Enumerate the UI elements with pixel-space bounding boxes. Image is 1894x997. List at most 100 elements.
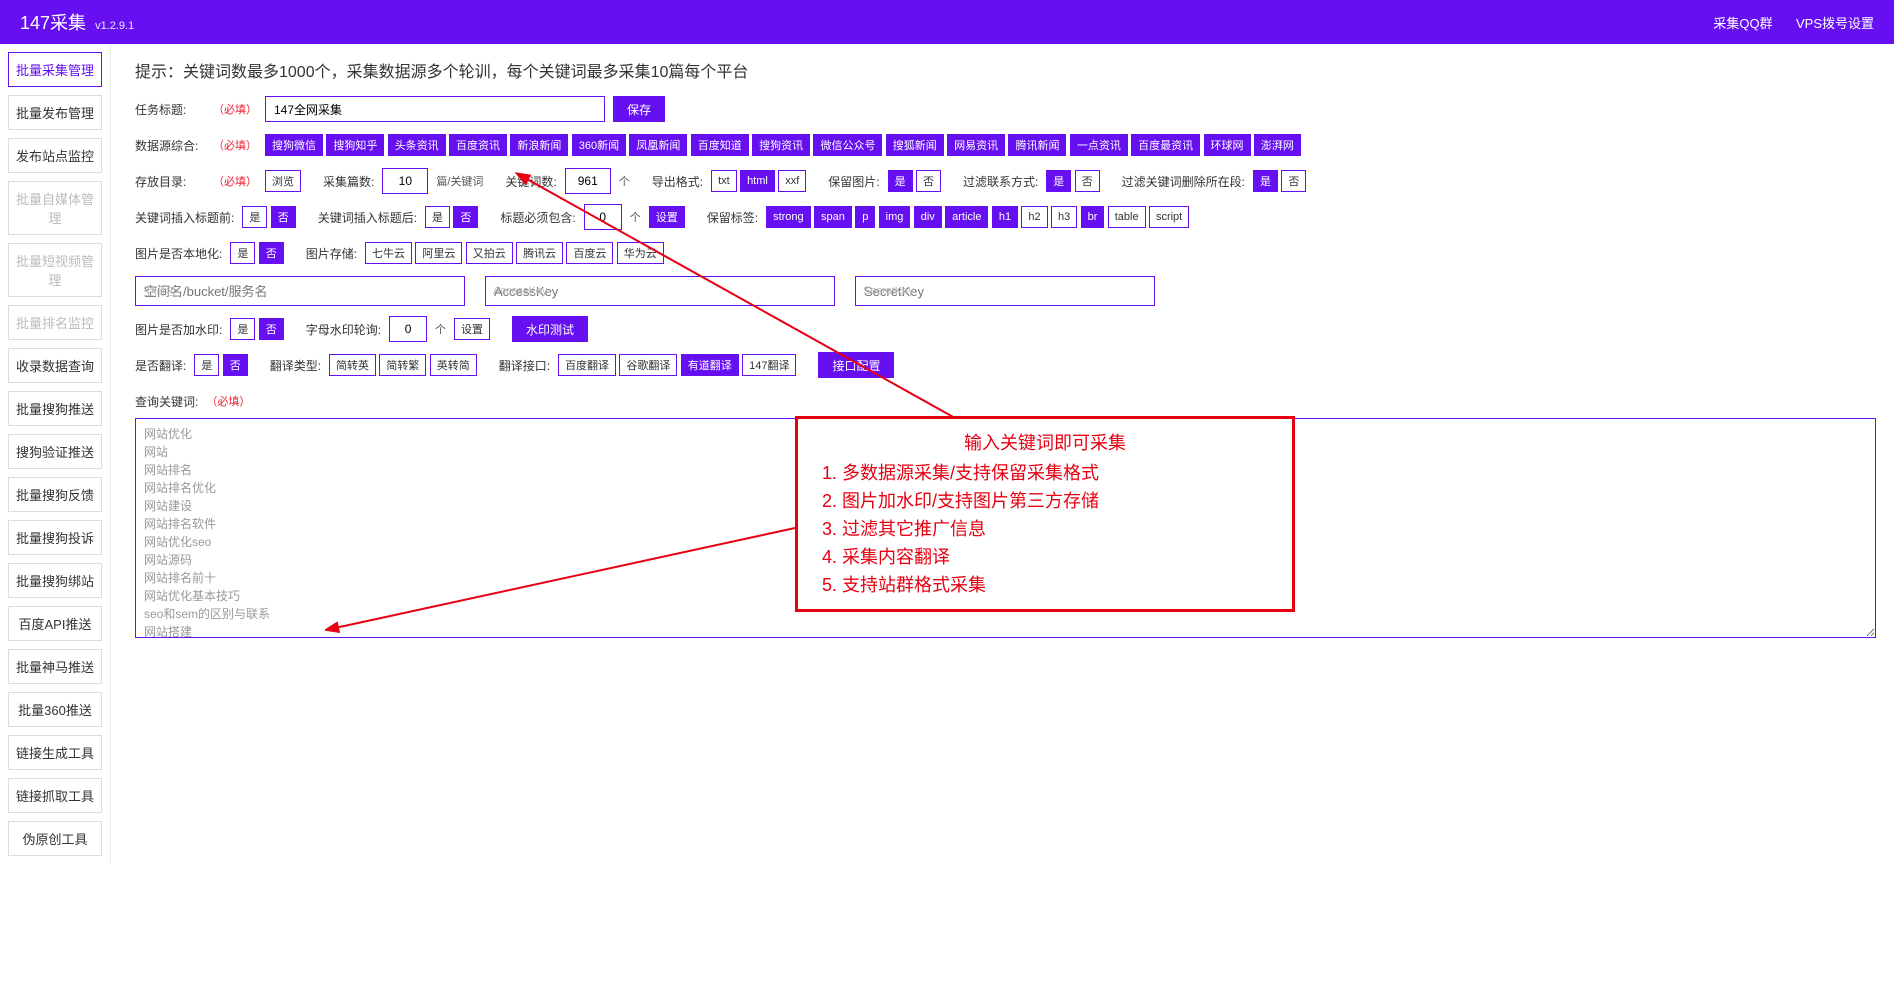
imgstore-opt-华为云[interactable]: 华为云 bbox=[617, 242, 664, 264]
qq-group-link[interactable]: 采集QQ群 bbox=[1713, 16, 1772, 31]
sidebar-item-link-gen[interactable]: 链接生成工具 bbox=[8, 735, 102, 770]
rotate-set-button[interactable]: 设置 bbox=[454, 318, 490, 340]
datasource-opt-搜狗微信[interactable]: 搜狗微信 bbox=[265, 134, 323, 156]
imglocal-opt-否[interactable]: 否 bbox=[259, 242, 284, 264]
imgstore-opt-百度云[interactable]: 百度云 bbox=[566, 242, 613, 264]
imgstore-opt-又拍云[interactable]: 又拍云 bbox=[466, 242, 513, 264]
kwafter-opt-是[interactable]: 是 bbox=[425, 206, 450, 228]
secretkey-input[interactable] bbox=[855, 276, 1155, 306]
datasource-opt-搜狗知乎[interactable]: 搜狗知乎 bbox=[326, 134, 384, 156]
datasource-opt-百度资讯[interactable]: 百度资讯 bbox=[449, 134, 507, 156]
sidebar-item-pseudo[interactable]: 伪原创工具 bbox=[8, 821, 102, 856]
filterkwseg-opt-否[interactable]: 否 bbox=[1281, 170, 1306, 192]
keeptag-span[interactable]: span bbox=[814, 206, 852, 228]
imgstore-opt-腾讯云[interactable]: 腾讯云 bbox=[516, 242, 563, 264]
task-title-label: 任务标题: bbox=[135, 101, 205, 118]
datasource-opt-360新闻[interactable]: 360新闻 bbox=[572, 134, 626, 156]
datasource-opt-网易资讯[interactable]: 网易资讯 bbox=[947, 134, 1005, 156]
datasource-opt-澎湃网[interactable]: 澎湃网 bbox=[1254, 134, 1301, 156]
kwbefore-opt-否[interactable]: 否 bbox=[271, 206, 296, 228]
translate-api-147翻译[interactable]: 147翻译 bbox=[742, 354, 796, 376]
datasource-opt-新浪新闻[interactable]: 新浪新闻 bbox=[510, 134, 568, 156]
filtercontact-opt-否[interactable]: 否 bbox=[1075, 170, 1100, 192]
keeptag-img[interactable]: img bbox=[879, 206, 911, 228]
task-title-input[interactable] bbox=[265, 96, 605, 122]
watermark-opt-是[interactable]: 是 bbox=[230, 318, 255, 340]
keeptag-div[interactable]: div bbox=[914, 206, 942, 228]
keeptag-article[interactable]: article bbox=[945, 206, 988, 228]
datasource-opt-搜狗资讯[interactable]: 搜狗资讯 bbox=[752, 134, 810, 156]
filtercontact-opt-是[interactable]: 是 bbox=[1046, 170, 1071, 192]
sidebar-item-index-query[interactable]: 收录数据查询 bbox=[8, 348, 102, 383]
top-bar: 147采集 v1.2.9.1 采集QQ群 VPS拨号设置 bbox=[0, 0, 1894, 44]
collect-count-input[interactable] bbox=[382, 168, 428, 194]
datasource-opt-腾讯新闻[interactable]: 腾讯新闻 bbox=[1008, 134, 1066, 156]
keeptag-h1[interactable]: h1 bbox=[992, 206, 1018, 228]
sidebar-item-site-monitor[interactable]: 发布站点监控 bbox=[8, 138, 102, 173]
keeptag-table[interactable]: table bbox=[1108, 206, 1146, 228]
sidebar-item-link-crawl[interactable]: 链接抓取工具 bbox=[8, 778, 102, 813]
filterkwseg-opt-是[interactable]: 是 bbox=[1253, 170, 1278, 192]
datasource-opt-搜狐新闻[interactable]: 搜狐新闻 bbox=[886, 134, 944, 156]
export-opt-txt[interactable]: txt bbox=[711, 170, 737, 192]
imgstore-opt-七牛云[interactable]: 七牛云 bbox=[365, 242, 412, 264]
datasource-opt-百度知道[interactable]: 百度知道 bbox=[691, 134, 749, 156]
watermark-opt-否[interactable]: 否 bbox=[259, 318, 284, 340]
save-button[interactable]: 保存 bbox=[613, 96, 665, 122]
translate-type-英转简[interactable]: 英转简 bbox=[430, 354, 477, 376]
sidebar-item-baidu-api[interactable]: 百度API推送 bbox=[8, 606, 102, 641]
sidebar-item-shenma-push[interactable]: 批量神马推送 bbox=[8, 649, 102, 684]
datasource-opt-环球网[interactable]: 环球网 bbox=[1204, 134, 1251, 156]
datasource-opt-头条资讯[interactable]: 头条资讯 bbox=[388, 134, 446, 156]
translate-api-百度翻译[interactable]: 百度翻译 bbox=[558, 354, 616, 376]
sidebar-item-360-push[interactable]: 批量360推送 bbox=[8, 692, 102, 727]
sidebar-item-sogou-push[interactable]: 批量搜狗推送 bbox=[8, 391, 102, 426]
keepimg-opt-否[interactable]: 否 bbox=[916, 170, 941, 192]
mustcontain-input[interactable] bbox=[584, 204, 622, 230]
sidebar-item-sogou-feedback[interactable]: 批量搜狗反馈 bbox=[8, 477, 102, 512]
keeptag-strong[interactable]: strong bbox=[766, 206, 811, 228]
sidebar-item-publish-manage[interactable]: 批量发布管理 bbox=[8, 95, 102, 130]
kwnum-suffix: 个 bbox=[619, 173, 630, 189]
keeptag-script[interactable]: script bbox=[1149, 206, 1189, 228]
translate-type-简转英[interactable]: 简转英 bbox=[329, 354, 376, 376]
keeptag-h2[interactable]: h2 bbox=[1021, 206, 1047, 228]
keeptag-h3[interactable]: h3 bbox=[1051, 206, 1077, 228]
kwafter-label: 关键词插入标题后: bbox=[318, 209, 417, 226]
keeptag-br[interactable]: br bbox=[1081, 206, 1105, 228]
datasource-opt-凤凰新闻[interactable]: 凤凰新闻 bbox=[629, 134, 687, 156]
datasource-opt-微信公众号[interactable]: 微信公众号 bbox=[813, 134, 882, 156]
export-opt-xxf[interactable]: xxf bbox=[778, 170, 806, 192]
kwnum-input[interactable] bbox=[565, 168, 611, 194]
mustcontain-set-button[interactable]: 设置 bbox=[649, 206, 685, 228]
space-input[interactable] bbox=[135, 276, 465, 306]
translate-opt-是[interactable]: 是 bbox=[194, 354, 219, 376]
api-config-button[interactable]: 接口配置 bbox=[818, 352, 894, 378]
keeptag-p[interactable]: p bbox=[855, 206, 875, 228]
kwafter-opt-否[interactable]: 否 bbox=[453, 206, 478, 228]
datasource-opt-一点资讯[interactable]: 一点资讯 bbox=[1070, 134, 1128, 156]
accesskey-input[interactable] bbox=[485, 276, 835, 306]
kwbefore-opt-是[interactable]: 是 bbox=[242, 206, 267, 228]
datasource-required: （必填） bbox=[213, 137, 257, 153]
sidebar-item-short-video: 批量短视频管理 bbox=[8, 243, 102, 297]
sidebar-item-sogou-verify[interactable]: 搜狗验证推送 bbox=[8, 434, 102, 469]
translate-opt-否[interactable]: 否 bbox=[223, 354, 248, 376]
rotate-input[interactable] bbox=[389, 316, 427, 342]
rotate-suffix: 个 bbox=[435, 321, 446, 337]
imgstore-opt-阿里云[interactable]: 阿里云 bbox=[415, 242, 462, 264]
datasource-opt-百度最资讯[interactable]: 百度最资讯 bbox=[1131, 134, 1200, 156]
sidebar-item-sogou-bind[interactable]: 批量搜狗绑站 bbox=[8, 563, 102, 598]
collect-count-label: 采集篇数: bbox=[323, 173, 374, 190]
watermark-test-button[interactable]: 水印测试 bbox=[512, 316, 588, 342]
keepimg-opt-是[interactable]: 是 bbox=[888, 170, 913, 192]
translate-api-有道翻译[interactable]: 有道翻译 bbox=[681, 354, 739, 376]
export-opt-html[interactable]: html bbox=[740, 170, 775, 192]
sidebar-item-sogou-appeal[interactable]: 批量搜狗投诉 bbox=[8, 520, 102, 555]
browse-button[interactable]: 浏览 bbox=[265, 170, 301, 192]
vps-dial-link[interactable]: VPS拨号设置 bbox=[1796, 16, 1874, 31]
translate-type-简转繁[interactable]: 简转繁 bbox=[379, 354, 426, 376]
sidebar-item-collect-manage[interactable]: 批量采集管理 bbox=[8, 52, 102, 87]
imglocal-opt-是[interactable]: 是 bbox=[230, 242, 255, 264]
translate-api-谷歌翻译[interactable]: 谷歌翻译 bbox=[619, 354, 677, 376]
